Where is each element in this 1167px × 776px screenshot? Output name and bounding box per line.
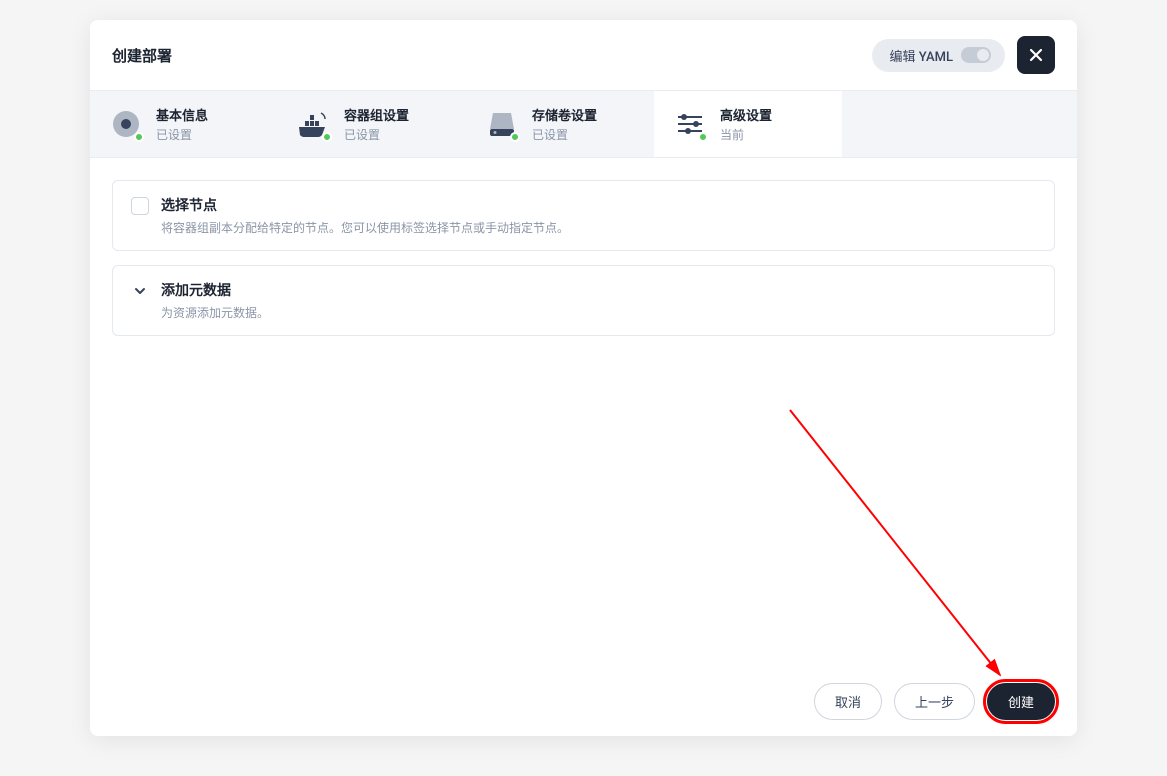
modal-header: 创建部署 编辑 YAML <box>90 20 1077 90</box>
close-icon <box>1027 46 1045 64</box>
create-deployment-modal: 创建部署 编辑 YAML 基本信息 已设置 <box>90 20 1077 736</box>
step-storage[interactable]: 存储卷设置 已设置 <box>466 91 654 157</box>
step-status: 已设置 <box>344 126 409 143</box>
card-title: 选择节点 <box>161 195 1036 215</box>
step-label: 高级设置 <box>720 105 772 124</box>
record-icon <box>108 106 144 142</box>
step-advanced[interactable]: 高级设置 当前 <box>654 91 842 157</box>
chevron-down-icon[interactable] <box>131 282 149 300</box>
yaml-label: 编辑 YAML <box>890 46 953 65</box>
modal-content: 选择节点 将容器组副本分配给特定的节点。您可以使用标签选择节点或手动指定节点。 … <box>90 158 1077 667</box>
step-status: 已设置 <box>532 126 597 143</box>
step-label: 基本信息 <box>156 105 208 124</box>
step-status: 已设置 <box>156 126 208 143</box>
header-actions: 编辑 YAML <box>872 36 1055 74</box>
metadata-card[interactable]: 添加元数据 为资源添加元数据。 <box>112 265 1055 336</box>
cancel-button[interactable]: 取消 <box>814 683 882 720</box>
step-label: 存储卷设置 <box>532 105 597 124</box>
toggle-switch-icon <box>961 47 991 63</box>
card-description: 为资源添加元数据。 <box>161 304 1036 321</box>
edit-yaml-toggle[interactable]: 编辑 YAML <box>872 39 1005 72</box>
step-basic-info[interactable]: 基本信息 已设置 <box>90 91 278 157</box>
modal-title: 创建部署 <box>112 45 172 66</box>
disk-icon <box>484 106 520 142</box>
select-node-card[interactable]: 选择节点 将容器组副本分配给特定的节点。您可以使用标签选择节点或手动指定节点。 <box>112 180 1055 251</box>
card-description: 将容器组副本分配给特定的节点。您可以使用标签选择节点或手动指定节点。 <box>161 219 1036 236</box>
step-pod-settings[interactable]: 容器组设置 已设置 <box>278 91 466 157</box>
select-node-checkbox[interactable] <box>131 197 149 215</box>
step-status: 当前 <box>720 126 772 143</box>
create-button[interactable]: 创建 <box>987 683 1055 720</box>
ship-icon <box>296 106 332 142</box>
sliders-icon <box>672 106 708 142</box>
step-label: 容器组设置 <box>344 105 409 124</box>
wizard-steps: 基本信息 已设置 容器组设置 已设置 存储卷设置 已设置 <box>90 90 1077 158</box>
modal-footer: 取消 上一步 创建 <box>90 667 1077 736</box>
previous-button[interactable]: 上一步 <box>894 683 975 720</box>
card-title: 添加元数据 <box>161 280 1036 300</box>
close-button[interactable] <box>1017 36 1055 74</box>
